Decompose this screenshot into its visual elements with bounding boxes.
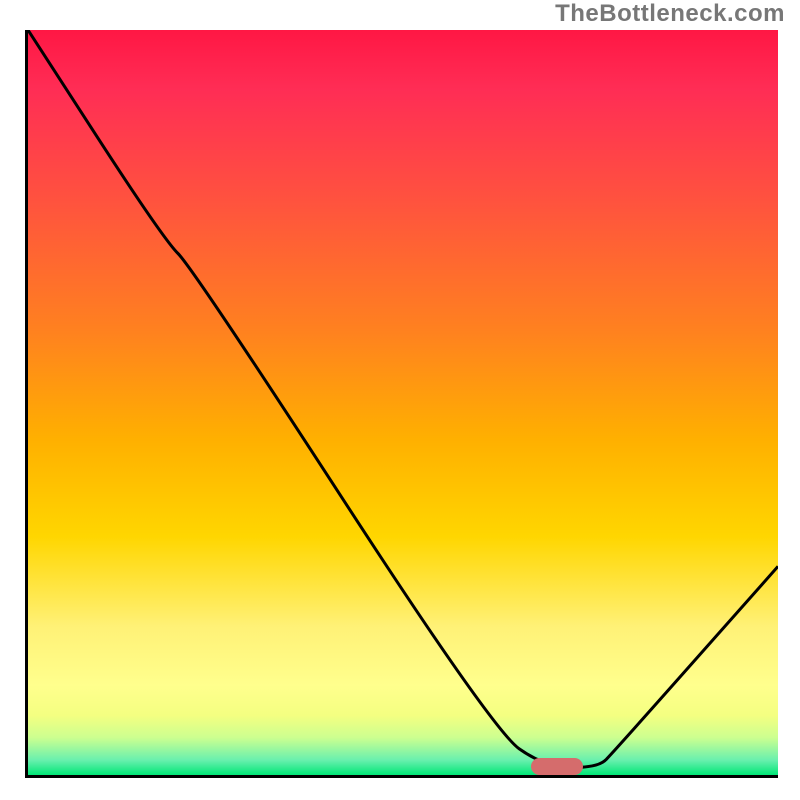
bottleneck-curve-path bbox=[28, 30, 778, 768]
curve-svg bbox=[28, 30, 778, 775]
optimal-marker bbox=[531, 758, 584, 775]
watermark-text: TheBottleneck.com bbox=[555, 0, 785, 28]
plot-area bbox=[25, 30, 778, 778]
chart-container: TheBottleneck.com bbox=[0, 0, 800, 800]
